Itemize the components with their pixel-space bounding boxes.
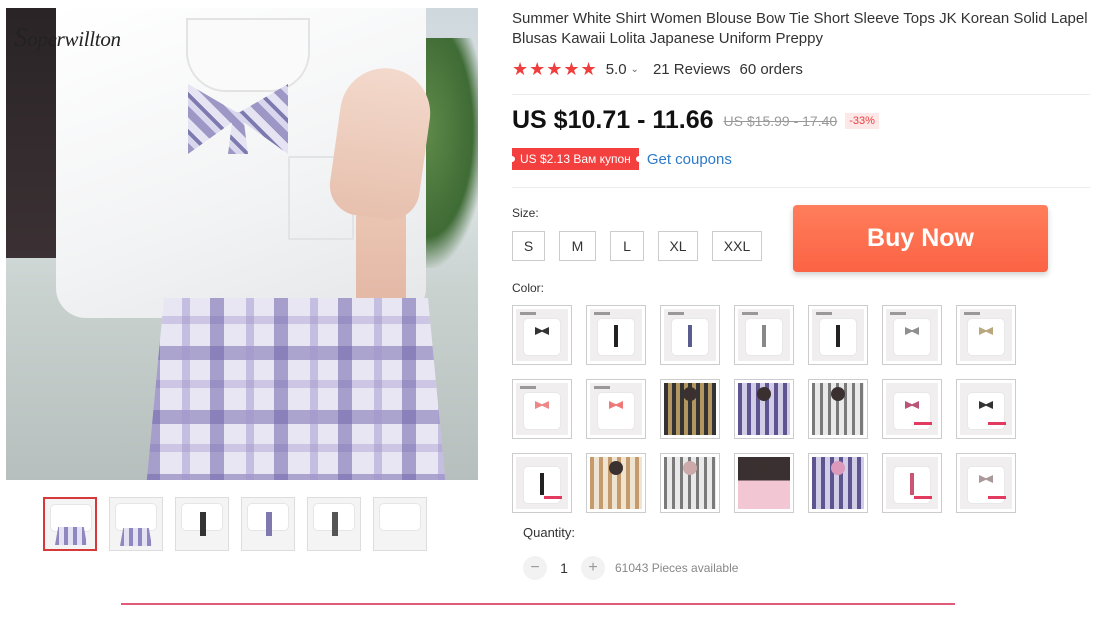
shirt-collar [186, 18, 310, 92]
section-divider-line [121, 603, 955, 605]
thumbnail-strip [43, 497, 427, 551]
thumbnail-3[interactable] [175, 497, 229, 551]
color-swatch-16[interactable] [586, 453, 646, 513]
plaid-skirt [146, 298, 446, 480]
quantity-stepper: − 1 + 61043 Pieces available [523, 556, 738, 580]
buy-now-button[interactable]: Buy Now [793, 205, 1048, 272]
thumbnail-5[interactable] [307, 497, 361, 551]
divider [512, 94, 1090, 95]
color-swatch-12[interactable] [808, 379, 868, 439]
size-option-m[interactable]: M [559, 231, 596, 261]
reviews-link[interactable]: 21 Reviews [653, 61, 731, 78]
color-swatch-20[interactable] [882, 453, 942, 513]
original-price: US $15.99 - 17.40 [723, 112, 838, 129]
color-swatch-3[interactable] [660, 305, 720, 365]
color-swatch-6[interactable] [882, 305, 942, 365]
color-swatch-8[interactable] [512, 379, 572, 439]
price-row: US $10.71 - 11.66 US $15.99 - 17.40 -33% [512, 106, 879, 135]
rating-row: ★★★★★ 5.0 ⌄ 21 Reviews 60 orders [512, 59, 803, 80]
quantity-label: Quantity: [523, 525, 576, 540]
color-swatch-5[interactable] [808, 305, 868, 365]
discount-badge: -33% [845, 112, 879, 129]
size-label: Size: [512, 206, 539, 220]
coupon-badge[interactable]: US $2.13 Вам купон [512, 148, 639, 170]
color-label: Color: [512, 281, 545, 295]
size-options: S M L XL XXL [512, 231, 776, 261]
thumbnail-2[interactable] [109, 497, 163, 551]
color-options [512, 305, 1016, 513]
thumbnail-6[interactable] [373, 497, 427, 551]
chevron-down-icon[interactable]: ⌄ [631, 64, 639, 75]
color-swatch-9[interactable] [586, 379, 646, 439]
color-swatch-14[interactable] [956, 379, 1016, 439]
color-swatch-11[interactable] [734, 379, 794, 439]
decrease-quantity-button[interactable]: − [523, 556, 547, 580]
color-swatch-2[interactable] [586, 305, 646, 365]
rating-value[interactable]: 5.0 [606, 61, 627, 78]
color-swatch-4[interactable] [734, 305, 794, 365]
color-swatch-17[interactable] [660, 453, 720, 513]
get-coupons-link[interactable]: Get coupons [647, 151, 732, 168]
color-swatch-13[interactable] [882, 379, 942, 439]
color-swatch-21[interactable] [956, 453, 1016, 513]
brand-logo: Soperwillton [14, 22, 121, 52]
color-swatch-10[interactable] [660, 379, 720, 439]
size-option-xxl[interactable]: XXL [712, 231, 762, 261]
color-swatch-19[interactable] [808, 453, 868, 513]
color-swatch-7[interactable] [956, 305, 1016, 365]
quantity-value[interactable]: 1 [547, 560, 581, 576]
star-rating-icon: ★★★★★ [512, 59, 598, 79]
divider [512, 187, 1090, 188]
color-swatch-1[interactable] [512, 305, 572, 365]
color-swatch-18[interactable] [734, 453, 794, 513]
pieces-available: 61043 Pieces available [615, 561, 739, 575]
main-product-image[interactable]: Soperwillton [6, 8, 478, 480]
increase-quantity-button[interactable]: + [581, 556, 605, 580]
coupon-row: US $2.13 Вам купон Get coupons [512, 148, 732, 170]
thumbnail-1[interactable] [43, 497, 97, 551]
thumbnail-4[interactable] [241, 497, 295, 551]
size-option-xl[interactable]: XL [658, 231, 698, 261]
size-option-l[interactable]: L [610, 231, 644, 261]
product-title: Summer White Shirt Women Blouse Bow Tie … [512, 10, 1088, 47]
current-price: US $10.71 - 11.66 [512, 106, 714, 134]
size-option-s[interactable]: S [512, 231, 545, 261]
color-swatch-15[interactable] [512, 453, 572, 513]
orders-count: 60 orders [739, 61, 803, 78]
